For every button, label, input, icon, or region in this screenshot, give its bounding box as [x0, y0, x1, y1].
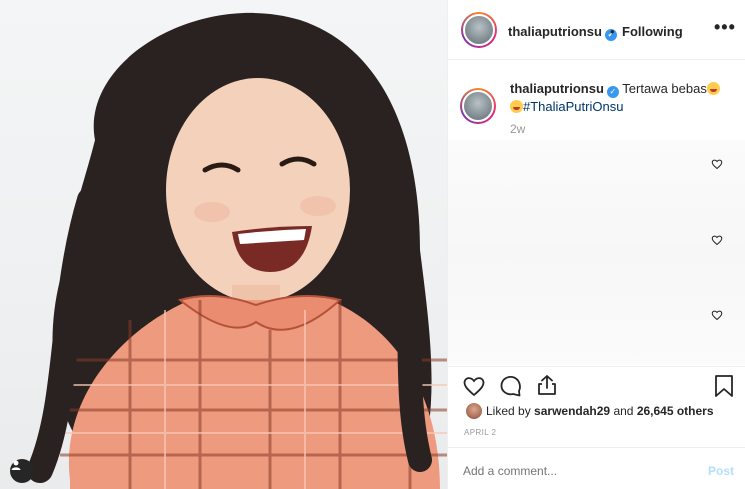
comment-input[interactable]	[463, 464, 683, 478]
post-side-panel: thaliaputrionsu ✓ • Following ••• thaliap…	[447, 0, 745, 489]
user-tag-icon[interactable]	[10, 459, 34, 483]
bookmark-icon[interactable]	[713, 374, 735, 398]
comment-like-heart-icon[interactable]	[711, 158, 723, 170]
header-separator: •	[610, 24, 615, 39]
post-time-ago[interactable]: 2w	[510, 122, 525, 136]
post-actions	[448, 366, 745, 406]
laughing-emoji-icon	[510, 100, 523, 113]
photo-illustration	[27, 12, 447, 489]
liked-by-username[interactable]: sarwendah29	[534, 404, 610, 418]
post-photo[interactable]	[0, 0, 447, 489]
author-username-text[interactable]: thaliaputrionsu	[508, 24, 602, 39]
post-date[interactable]: APRIL 2	[464, 428, 496, 437]
comment-like-heart-icon[interactable]	[711, 234, 723, 246]
verified-badge-icon: ✓	[606, 86, 619, 98]
likes-and-label: and	[613, 404, 634, 418]
author-username[interactable]: thaliaputrionsu ✓	[508, 24, 617, 41]
caption-text: Tertawa bebas	[622, 81, 707, 96]
comment-like-heart-icon[interactable]	[711, 309, 723, 321]
likes-count[interactable]: 26,645 others	[637, 404, 714, 418]
author-avatar[interactable]	[461, 12, 497, 48]
laughing-emoji-icon	[706, 82, 720, 95]
comment-icon[interactable]	[499, 374, 523, 398]
hashtag-link[interactable]: #ThaliaPutriOnsu	[523, 99, 623, 114]
liked-by-label: Liked by	[486, 404, 531, 418]
likes-summary: Liked by sarwendah29 and 26,645 others	[466, 403, 714, 419]
heart-icon[interactable]	[462, 374, 486, 398]
caption-author-avatar[interactable]	[460, 88, 496, 124]
caption-username[interactable]: thaliaputrionsu	[510, 81, 604, 96]
share-icon[interactable]	[535, 373, 559, 397]
more-options-icon[interactable]: •••	[714, 17, 736, 38]
post-caption: thaliaputrionsu ✓ Tertawa bebas #ThaliaPu…	[510, 80, 735, 115]
post-comment-button[interactable]: Post	[708, 464, 734, 478]
following-button[interactable]: Following	[622, 24, 683, 39]
post-header: thaliaputrionsu ✓ • Following •••	[448, 0, 745, 60]
user-tag-glyph	[11, 460, 21, 470]
comments-list	[448, 140, 745, 365]
liker-avatar[interactable]	[466, 403, 482, 419]
comment-bar: Post	[448, 447, 745, 489]
